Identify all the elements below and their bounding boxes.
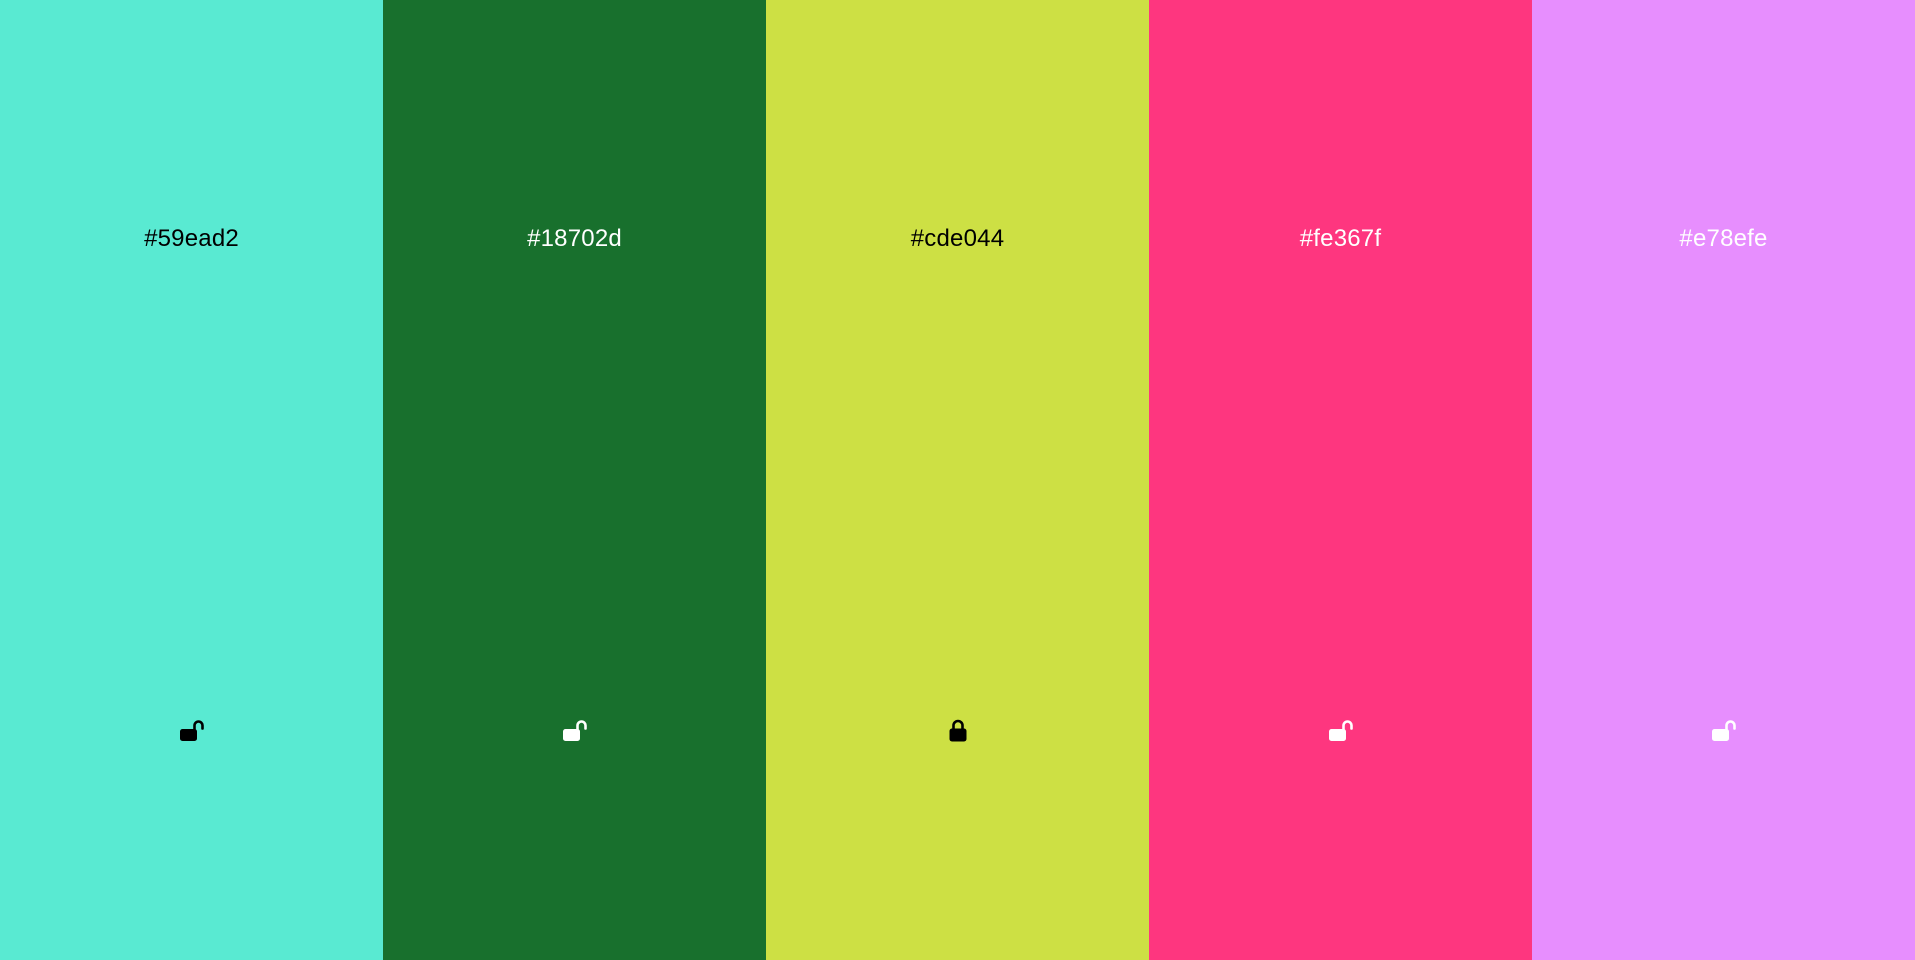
- hex-code-label[interactable]: #cde044: [766, 224, 1149, 254]
- color-swatch-2[interactable]: #18702d: [383, 0, 766, 960]
- lock-open-icon: [1327, 716, 1355, 744]
- lock-toggle-button[interactable]: [555, 710, 595, 750]
- lock-toggle-button[interactable]: [1321, 710, 1361, 750]
- lock-open-icon: [561, 716, 589, 744]
- lock-toggle-button[interactable]: [1704, 710, 1744, 750]
- hex-code-label[interactable]: #fe367f: [1149, 224, 1532, 254]
- lock-open-icon: [178, 716, 206, 744]
- color-swatch-5[interactable]: #e78efe: [1532, 0, 1915, 960]
- hex-code-label[interactable]: #59ead2: [0, 224, 383, 254]
- hex-code-label[interactable]: #e78efe: [1532, 224, 1915, 254]
- lock-toggle-button[interactable]: [172, 710, 212, 750]
- lock-open-icon: [1710, 716, 1738, 744]
- color-palette: #59ead2 #18702d #cde044 #fe367f #e78efe: [0, 0, 1915, 960]
- lock-closed-icon: [944, 716, 972, 744]
- color-swatch-4[interactable]: #fe367f: [1149, 0, 1532, 960]
- color-swatch-3[interactable]: #cde044: [766, 0, 1149, 960]
- hex-code-label[interactable]: #18702d: [383, 224, 766, 254]
- color-swatch-1[interactable]: #59ead2: [0, 0, 383, 960]
- lock-toggle-button[interactable]: [938, 710, 978, 750]
